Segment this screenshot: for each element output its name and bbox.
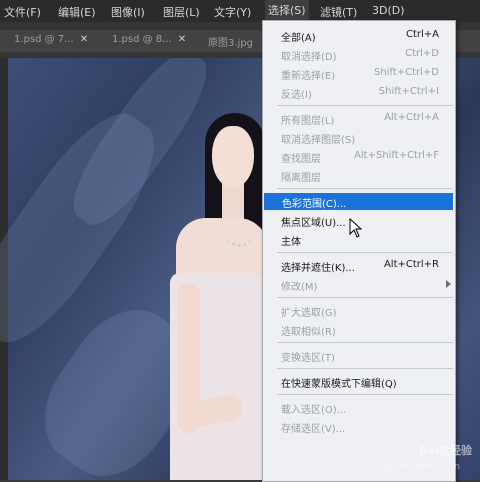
photo-neck <box>222 182 244 222</box>
tab-1[interactable]: 1.psd @ 7... ✕ <box>14 34 88 45</box>
menu-item-label: 主体 <box>281 237 301 248</box>
menu-item-label: 焦点区域(U)... <box>281 218 346 229</box>
menu-item-label: 查找图层 <box>281 154 321 165</box>
select-menu-dropdown: 全部(A) Ctrl+A 取消选择(D) Ctrl+D 重新选择(E) Shift+Ctr… <box>262 20 456 482</box>
menu-item[interactable]: 反选(I) Shift+Ctrl+I <box>263 84 455 101</box>
menu-item[interactable]: 变换选区(T) <box>263 347 455 364</box>
menu-item-shortcut: Alt+Ctrl+R <box>383 259 439 270</box>
menu-item-shortcut: Shift+Ctrl+D <box>374 67 439 78</box>
watermark-logo: Bai度经验 <box>419 444 472 457</box>
close-icon[interactable]: ✕ <box>178 34 186 45</box>
menu-item-label: 取消选择图层(S) <box>281 135 356 146</box>
menu-type[interactable]: 文字(Y) <box>214 4 251 20</box>
submenu-arrow-icon <box>446 280 451 288</box>
menu-item[interactable]: 选择并遮住(K)... Alt+Ctrl+R <box>263 257 455 274</box>
menu-item-label: 全部(A) <box>281 33 316 44</box>
menu-item-shortcut: Ctrl+D <box>405 48 439 59</box>
menu-item-shortcut: Ctrl+A <box>405 29 439 40</box>
menu-item-label: 取消选择(D) <box>281 52 337 63</box>
menu-item[interactable]: 选取相似(R) <box>263 321 455 338</box>
menu-separator <box>277 252 453 253</box>
menu-item[interactable]: 存储选区(V)... <box>263 418 455 435</box>
tab-label: 原图3.jpg <box>208 38 254 49</box>
photo-face <box>212 126 254 188</box>
menu-separator <box>277 105 453 106</box>
menu-item-label: 重新选择(E) <box>281 71 336 82</box>
menu-item-shortcut: Alt+Shift+Ctrl+F <box>354 150 439 161</box>
menu-edit[interactable]: 编辑(E) <box>58 4 96 20</box>
menu-item-label: 变换选区(T) <box>281 353 335 364</box>
menu-item-label: 载入选区(O)... <box>281 405 347 416</box>
menu-item[interactable]: 取消选择(D) Ctrl+D <box>263 46 455 63</box>
menu-image[interactable]: 图像(I) <box>111 4 145 20</box>
tab-2[interactable]: 1.psd @ 8... ✕ <box>112 34 186 45</box>
menu-item-label: 隔离图层 <box>281 173 321 184</box>
menu-bar: 文件(F) 编辑(E) 图像(I) 图层(L) 文字(Y) 选择(S) 滤镜(T… <box>0 0 480 22</box>
menu-file[interactable]: 文件(F) <box>4 4 41 20</box>
menu-item[interactable]: 扩大选取(G) <box>263 302 455 319</box>
menu-layer[interactable]: 图层(L) <box>163 4 200 20</box>
menu-item[interactable]: 重新选择(E) Shift+Ctrl+D <box>263 65 455 82</box>
menu-separator <box>277 342 453 343</box>
menu-item-label: 存储选区(V)... <box>281 424 346 435</box>
menu-item-label: 修改(M) <box>281 282 318 293</box>
menu-item[interactable]: 全部(A) Ctrl+A <box>263 27 455 44</box>
menu-item-label: 扩大选取(G) <box>281 308 337 319</box>
tab-label: 1.psd @ 8... <box>112 34 172 45</box>
menu-item[interactable]: 载入选区(O)... <box>263 399 455 416</box>
mouse-cursor-icon <box>349 218 363 238</box>
menu-item[interactable]: 修改(M) <box>263 276 455 293</box>
menu-select[interactable]: 选择(S) <box>265 0 309 22</box>
menu-filter[interactable]: 滤镜(T) <box>320 4 357 20</box>
menu-item[interactable]: 隔离图层 <box>263 167 455 184</box>
menu-item-label: 在快速蒙版模式下编辑(Q) <box>281 379 397 390</box>
menu-separator <box>277 297 453 298</box>
tab-label: 1.psd @ 7... <box>14 34 74 45</box>
menu-item[interactable]: 色彩范围(C)... <box>264 193 453 210</box>
menu-3d[interactable]: 3D(D) <box>372 4 405 17</box>
menu-item-label: 所有图层(L) <box>281 116 335 127</box>
close-icon[interactable]: ✕ <box>80 34 88 45</box>
menu-separator <box>277 394 453 395</box>
menu-item-label: 反选(I) <box>281 90 312 101</box>
menu-item-label: 选择并遮住(K)... <box>281 263 355 274</box>
watermark-url: jingyan.baidu.com <box>376 462 460 472</box>
menu-separator <box>277 188 453 189</box>
menu-item-shortcut: Shift+Ctrl+I <box>378 86 439 97</box>
menu-separator <box>277 368 453 369</box>
menu-item-shortcut: Alt+Ctrl+A <box>384 112 439 123</box>
menu-item[interactable]: 查找图层 Alt+Shift+Ctrl+F <box>263 148 455 165</box>
menu-item-label: 色彩范围(C)... <box>282 199 347 210</box>
menu-item[interactable]: 取消选择图层(S) <box>263 129 455 146</box>
tab-3[interactable]: 原图3.jpg <box>208 34 253 49</box>
menu-item[interactable]: 在快速蒙版模式下编辑(Q) <box>263 373 455 390</box>
menu-item-label: 选取相似(R) <box>281 327 336 338</box>
menu-item[interactable]: 所有图层(L) Alt+Ctrl+A <box>263 110 455 127</box>
